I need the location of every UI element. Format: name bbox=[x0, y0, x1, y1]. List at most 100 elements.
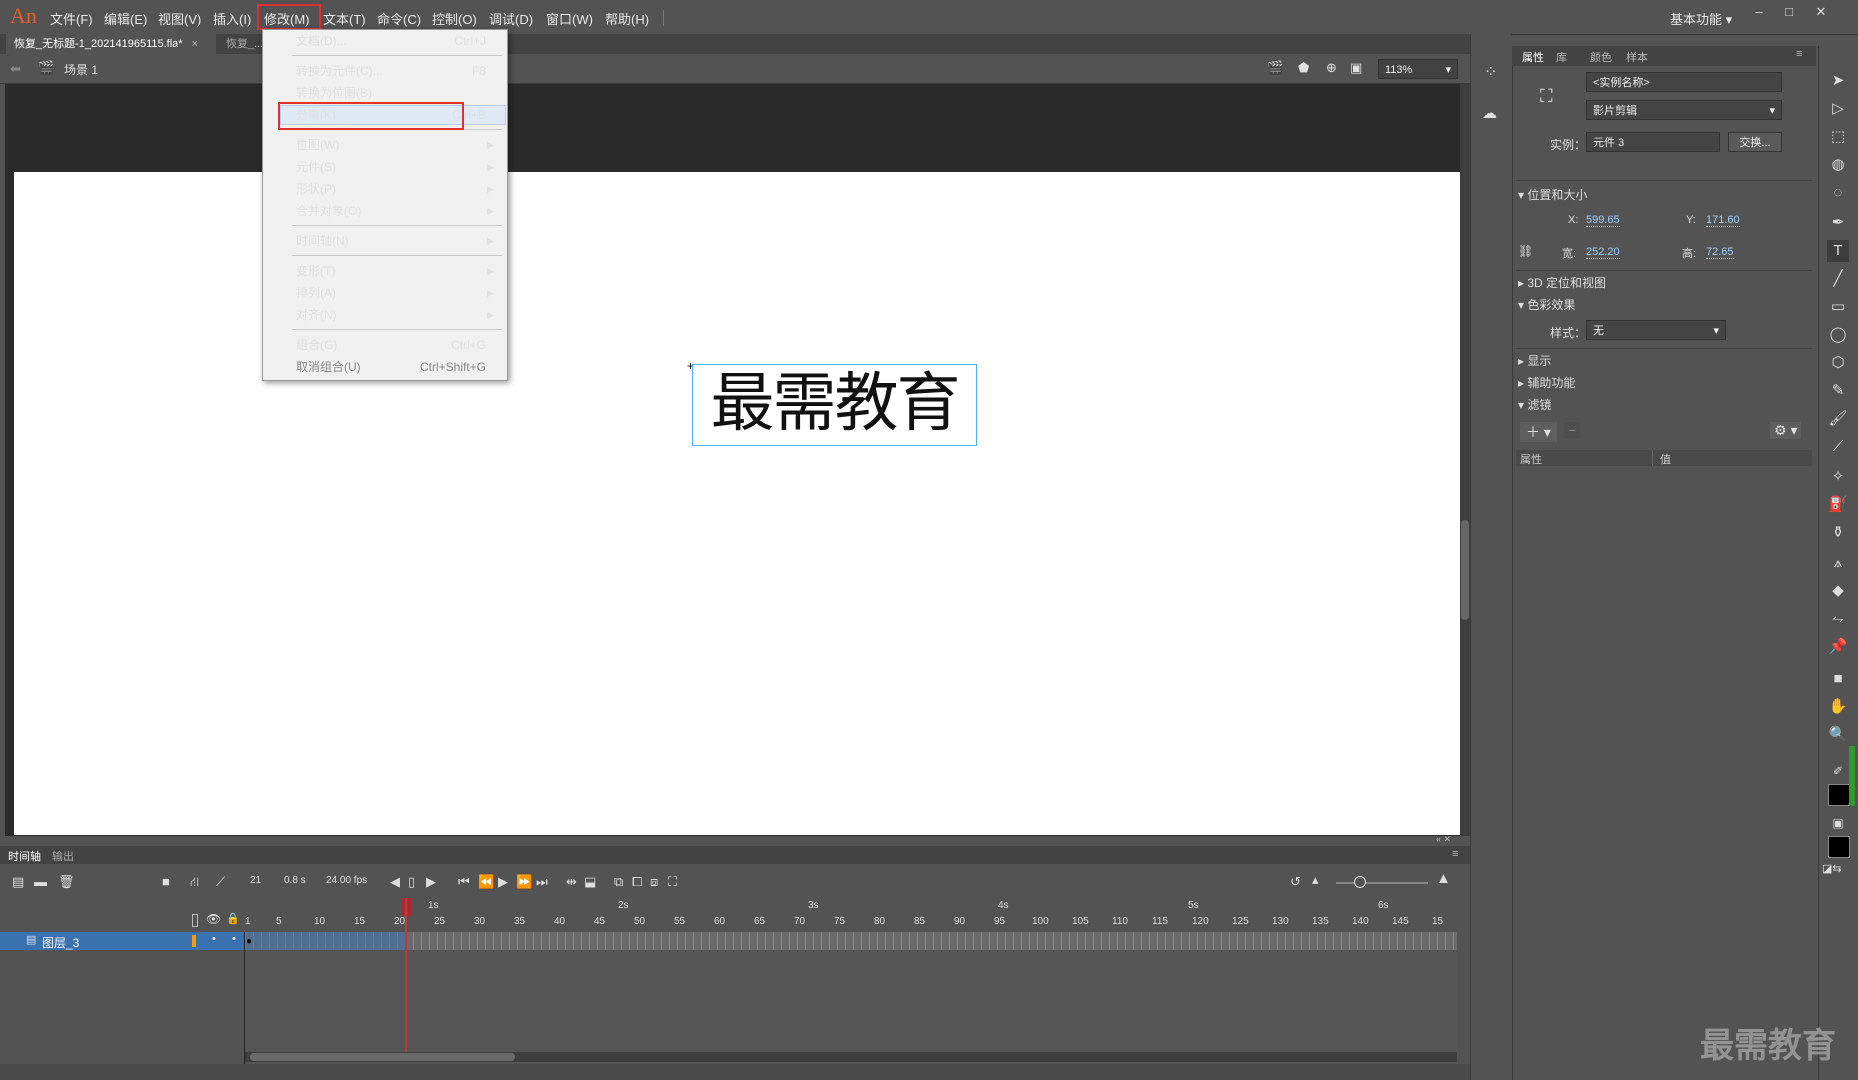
line-tool-icon[interactable]: ╱ bbox=[1827, 268, 1849, 290]
slider-handle[interactable] bbox=[1354, 876, 1366, 888]
step-forward-icon[interactable]: ⏩ bbox=[516, 874, 532, 890]
fill-color-swatch[interactable] bbox=[1828, 836, 1850, 858]
center-stage-icon[interactable]: ⊕ bbox=[1326, 60, 1337, 76]
edit-symbol-icon[interactable]: ⬟ bbox=[1298, 60, 1309, 76]
loop-icon[interactable]: ⇹ bbox=[566, 874, 577, 890]
cc-libraries-icon[interactable]: ☁ bbox=[1482, 104, 1497, 122]
menu-item-transform[interactable]: 变形(T) ▶ bbox=[262, 261, 506, 281]
menu-text[interactable]: 文本(T) bbox=[323, 9, 366, 28]
zoom-dropdown[interactable]: 113% ▾ bbox=[1378, 59, 1458, 79]
layer-frames[interactable] bbox=[245, 932, 1457, 950]
keyframe-dot-icon[interactable]: ● bbox=[246, 936, 252, 947]
timeline-zoom-slider[interactable] bbox=[1336, 882, 1428, 884]
menu-item-bitmap[interactable]: 位图(W) ▶ bbox=[262, 135, 506, 155]
stage-scroll-thumb[interactable] bbox=[1461, 520, 1469, 620]
zoom-out-timeline-icon[interactable]: ▴ bbox=[1312, 872, 1319, 888]
swap-button[interactable]: 交换... bbox=[1728, 132, 1782, 152]
pen-tool-icon[interactable]: ✒ bbox=[1827, 212, 1849, 234]
paint-brush-tool-icon[interactable]: 🖌 bbox=[1827, 408, 1849, 430]
delete-layer-icon[interactable]: 🗑 bbox=[58, 874, 75, 890]
parenting-icon[interactable]: ⛙ bbox=[190, 874, 199, 892]
bone-tool-icon[interactable]: ✧ bbox=[1827, 466, 1849, 488]
pencil-tool-icon[interactable]: ✎ bbox=[1827, 380, 1849, 402]
menu-item-ungroup[interactable]: 取消组合(U) Ctrl+Shift+G bbox=[262, 357, 506, 377]
menu-item-timeline[interactable]: 时间轴(N) ▶ bbox=[262, 231, 506, 251]
tab-properties[interactable]: 属性 bbox=[1522, 49, 1544, 65]
polystar-tool-icon[interactable]: ⬡ bbox=[1827, 352, 1849, 374]
eraser-tool-icon[interactable]: ◆ bbox=[1827, 580, 1849, 602]
stage-vertical-scrollbar[interactable] bbox=[1460, 84, 1470, 836]
fill-color-icon[interactable]: ▣ bbox=[1827, 812, 1849, 834]
selection-tool-icon[interactable]: ➤ bbox=[1827, 70, 1849, 92]
clip-stage-icon[interactable]: ▣ bbox=[1350, 60, 1362, 76]
section-filters[interactable]: ▾ 滤镜 bbox=[1518, 396, 1551, 413]
menu-insert[interactable]: 插入(I) bbox=[213, 9, 251, 28]
panel-menu-icon[interactable]: ≡ bbox=[1796, 48, 1802, 60]
minimize-button[interactable]: – bbox=[1746, 4, 1772, 22]
section-color-effect[interactable]: ▾ 色彩效果 bbox=[1518, 296, 1575, 313]
document-tab-second[interactable]: 恢复_... bbox=[226, 34, 263, 54]
filter-settings-button[interactable]: ⚙ ▾ bbox=[1770, 422, 1802, 439]
menu-item-align[interactable]: 对齐(N) ▶ bbox=[262, 305, 506, 325]
maximize-button[interactable]: □ bbox=[1776, 4, 1802, 22]
edit-multiple-frames-icon[interactable]: ⧈ bbox=[650, 874, 658, 890]
new-layer-icon[interactable]: ▤ bbox=[12, 874, 24, 890]
timeline-scroll-thumb[interactable] bbox=[250, 1053, 515, 1061]
brush-tool-icon[interactable]: ⟋ bbox=[1827, 436, 1849, 458]
menu-window[interactable]: 窗口(W) bbox=[546, 9, 593, 28]
menu-item-combine-objects[interactable]: 合并对象(O) ▶ bbox=[262, 201, 506, 221]
onion-skin-icon[interactable]: ⧉ bbox=[614, 874, 623, 890]
tab-color[interactable]: 颜色 bbox=[1590, 49, 1612, 65]
workspace-switcher[interactable]: 基本功能 ▾ bbox=[1670, 9, 1732, 28]
text-tool-icon[interactable]: T bbox=[1827, 240, 1849, 262]
menu-item-group[interactable]: 组合(G) Ctrl+G bbox=[262, 335, 506, 355]
menu-view[interactable]: 视图(V) bbox=[158, 9, 201, 28]
menu-edit[interactable]: 编辑(E) bbox=[104, 9, 147, 28]
rectangle-tool-icon[interactable]: ▭ bbox=[1827, 296, 1849, 318]
undo-icon[interactable]: ↺ bbox=[1290, 874, 1301, 890]
section-position-size[interactable]: ▾ 位置和大小 bbox=[1518, 186, 1587, 203]
next-keyframe-icon[interactable]: ▶ bbox=[426, 874, 436, 890]
oval-tool-icon[interactable]: ◯ bbox=[1827, 324, 1849, 346]
section-accessibility[interactable]: ▸ 辅助功能 bbox=[1518, 374, 1575, 391]
width-tool-icon[interactable]: ⥊ bbox=[1827, 608, 1849, 630]
document-tab-active[interactable]: 恢复_无标题-1_202141965115.fla* × bbox=[6, 34, 216, 54]
pin-tool-icon[interactable]: 📌 bbox=[1827, 636, 1849, 658]
hand-tool-icon[interactable]: ✋ bbox=[1827, 696, 1849, 718]
menu-item-convert-bitmap[interactable]: 转换为位图(B) bbox=[262, 83, 506, 103]
section-display[interactable]: ▸ 显示 bbox=[1518, 352, 1551, 369]
color-style-dropdown[interactable]: 无 ▾ bbox=[1586, 320, 1726, 340]
graph-icon[interactable]: ⟋ bbox=[216, 874, 225, 890]
menu-item-arrange[interactable]: 排列(A) ▶ bbox=[262, 283, 506, 303]
tab-library[interactable]: 库 bbox=[1556, 49, 1567, 65]
go-to-first-frame-icon[interactable]: ⏮ bbox=[458, 874, 470, 890]
frame-rate[interactable]: 24.00 fps bbox=[326, 875, 367, 886]
menu-file[interactable]: 文件(F) bbox=[50, 9, 93, 28]
tab-timeline[interactable]: 时间轴 bbox=[8, 848, 41, 864]
y-value[interactable]: 171.60 bbox=[1706, 214, 1740, 227]
menu-control[interactable]: 控制(O) bbox=[432, 9, 477, 28]
stroke-color-icon[interactable]: ✐ bbox=[1827, 760, 1849, 782]
stroke-color-swatch[interactable] bbox=[1828, 784, 1850, 806]
camera-layer-icon[interactable]: ■ bbox=[162, 874, 170, 889]
playhead[interactable] bbox=[405, 898, 407, 1053]
menu-help[interactable]: 帮助(H) bbox=[605, 9, 649, 28]
camera-tool-icon[interactable]: ■ bbox=[1827, 668, 1849, 690]
swap-colors-icon[interactable]: ◪⇆ bbox=[1822, 862, 1842, 875]
new-folder-icon[interactable]: ▬ bbox=[34, 874, 47, 889]
onion-outline-icon[interactable]: ⧠ bbox=[632, 874, 642, 890]
motion-presets-icon[interactable]: ⁘ bbox=[1484, 62, 1497, 82]
current-frame[interactable]: 21 bbox=[250, 875, 261, 886]
menu-commands[interactable]: 命令(C) bbox=[377, 9, 421, 28]
center-frame-icon[interactable]: ⬓ bbox=[584, 874, 596, 890]
paint-bucket-tool-icon[interactable]: ⛽ bbox=[1827, 494, 1849, 516]
height-value[interactable]: 72.65 bbox=[1706, 246, 1734, 259]
scene-label[interactable]: 场景 1 bbox=[64, 61, 98, 78]
lock-all-icon[interactable]: 🔒 bbox=[226, 912, 240, 925]
link-icon[interactable]: ⛓ bbox=[1518, 244, 1533, 258]
elapsed-time[interactable]: 0.8 s bbox=[284, 875, 306, 886]
zoom-tool-icon[interactable]: 🔍 bbox=[1827, 724, 1849, 746]
layer-name[interactable]: 图层_3 bbox=[42, 934, 79, 951]
layer-row[interactable]: ▤ 图层_3 • • bbox=[0, 932, 244, 950]
layer-color-marker[interactable] bbox=[192, 935, 196, 947]
